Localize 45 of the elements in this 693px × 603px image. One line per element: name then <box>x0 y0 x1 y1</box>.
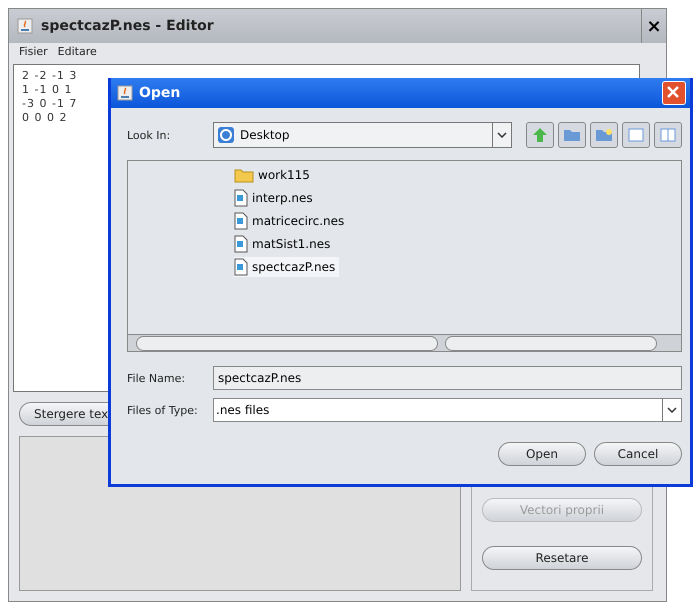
app-icon <box>117 85 133 101</box>
folder-icon <box>234 167 254 183</box>
list-view-button[interactable] <box>622 122 650 148</box>
dialog-button[interactable]: Open <box>498 442 586 466</box>
text-line: 0 0 0 2 <box>22 111 68 125</box>
file-item[interactable]: work115 <box>234 165 314 185</box>
text-line: 2 -2 -1 3 <box>22 69 78 83</box>
app-icon <box>17 18 33 34</box>
file-item[interactable]: matSist1.nes <box>234 234 334 254</box>
action-button[interactable]: Resetare <box>482 546 642 570</box>
details-view-icon <box>660 128 676 142</box>
home-button[interactable] <box>558 122 586 148</box>
look-in-label: Look In: <box>127 128 172 142</box>
dialog-title: Open <box>139 85 182 101</box>
up-arrow-icon <box>532 127 548 143</box>
file-icon <box>234 189 248 207</box>
file-icon <box>234 235 248 253</box>
look-in-dropdown[interactable]: Desktop <box>213 122 512 148</box>
close-button[interactable]: × <box>641 9 666 43</box>
chevron-down-icon <box>667 407 677 413</box>
text-line: -3 0 -1 7 <box>22 97 78 111</box>
menu-item[interactable]: Editare <box>58 45 97 58</box>
window-title: spectcazP.nes - Editor <box>41 18 215 34</box>
file-type-label: Files of Type: <box>127 404 199 416</box>
text-line: 1 -1 0 1 <box>22 83 72 97</box>
details-view-button[interactable] <box>654 122 682 148</box>
menu-item[interactable]: Fisier <box>19 45 48 58</box>
close-button[interactable] <box>662 81 686 105</box>
desktop-icon <box>216 125 236 145</box>
file-type-dropdown[interactable]: .nes files <box>213 398 682 422</box>
file-item[interactable]: matricecirc.nes <box>234 211 348 231</box>
file-name-label: File Name: <box>127 372 186 384</box>
horizontal-scrollbar[interactable] <box>128 334 681 351</box>
new-folder-icon <box>595 128 613 142</box>
file-item[interactable]: spectcazP.nes <box>234 257 340 277</box>
file-icon <box>234 212 248 230</box>
file-icon <box>234 258 248 276</box>
list-view-icon <box>628 128 644 142</box>
file-item[interactable]: interp.nes <box>234 188 317 208</box>
chevron-down-icon <box>497 132 507 138</box>
folder-icon <box>563 128 581 142</box>
new-folder-button[interactable] <box>590 122 618 148</box>
file-name-field[interactable]: spectcazP.nes <box>213 366 682 390</box>
dialog-button[interactable]: Cancel <box>594 442 682 466</box>
up-folder-button[interactable] <box>526 122 554 148</box>
